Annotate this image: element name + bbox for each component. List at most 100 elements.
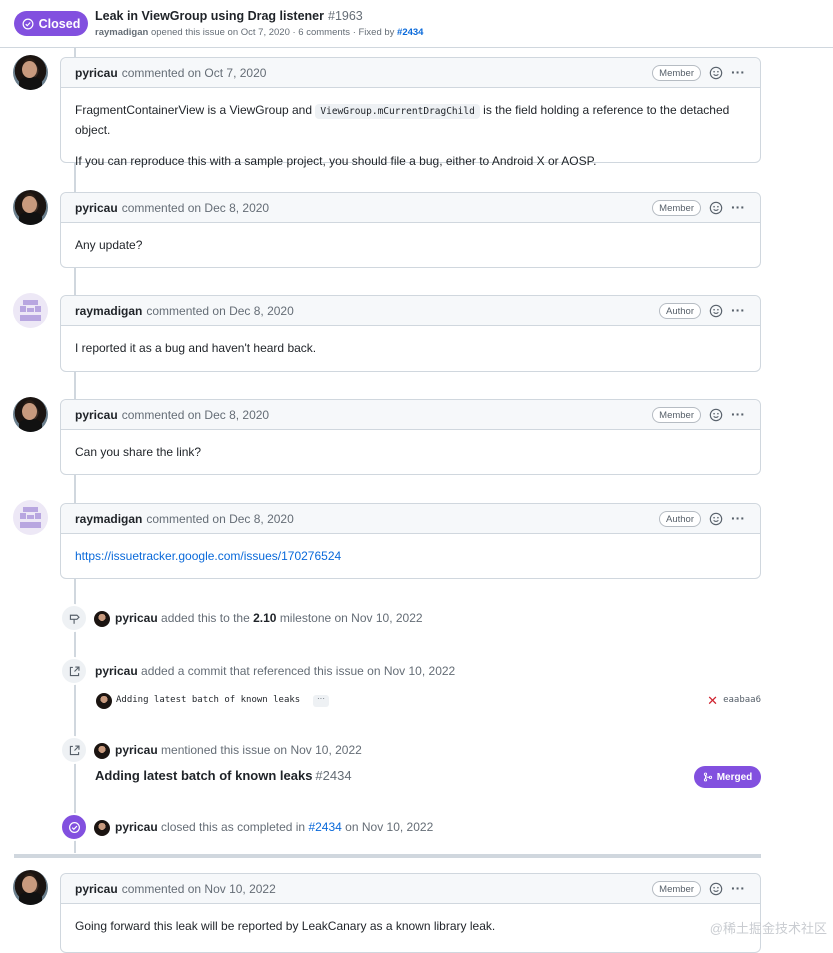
commit-sha[interactable]: eaabaa6 xyxy=(723,695,761,705)
closed-event: pyricau closed this as completed in #243… xyxy=(60,813,765,843)
cross-reference-icon xyxy=(69,744,80,755)
issue-state-badge: Closed xyxy=(14,11,88,36)
comment: pyricau commented on Dec 8, 2020 Member … xyxy=(60,192,761,268)
avatar[interactable] xyxy=(13,397,48,432)
milestone-event: pyricau added this to the 2.10 milestone… xyxy=(60,604,765,634)
event-actor[interactable]: pyricau xyxy=(115,611,158,625)
mini-avatar[interactable] xyxy=(94,743,110,759)
more-options-icon[interactable]: ··· xyxy=(731,407,745,421)
pr-number: #2434 xyxy=(315,768,352,783)
smiley-icon[interactable] xyxy=(709,408,723,422)
comment-text: Can you share the link? xyxy=(75,445,202,459)
pr-title-link[interactable]: Adding latest batch of known leaks #2434 xyxy=(95,768,352,783)
identicon-icon xyxy=(20,300,41,321)
event-description: mentioned this issue on Nov 10, 2022 xyxy=(161,743,362,757)
more-options-icon[interactable]: ··· xyxy=(731,65,745,79)
event-actor[interactable]: pyricau xyxy=(115,743,158,757)
commit-expand-button[interactable]: ··· xyxy=(313,695,329,707)
closing-pr-link[interactable]: #2434 xyxy=(308,820,341,834)
comment-author[interactable]: pyricau xyxy=(75,201,118,215)
avatar[interactable] xyxy=(13,500,48,535)
smiley-icon[interactable] xyxy=(709,512,723,526)
event-description: added this to the xyxy=(161,611,250,625)
fixed-by-link[interactable]: #2434 xyxy=(397,27,423,38)
event-text: pyricau added this to the 2.10 milestone… xyxy=(115,611,423,625)
role-badge: Author xyxy=(659,511,701,527)
comment-text: I reported it as a bug and haven't heard… xyxy=(75,341,317,355)
comment-timestamp[interactable]: commented on Nov 10, 2022 xyxy=(122,882,276,896)
issue-opened-text: opened this issue on Oct 7, 2020 · 6 com… xyxy=(150,27,395,38)
event-text: pyricau added a commit that referenced t… xyxy=(95,664,455,678)
comment-header: pyricau commented on Oct 7, 2020 Member … xyxy=(61,58,760,88)
comment-body: FragmentContainerView is a ViewGroup and… xyxy=(61,88,760,170)
comment-body: Any update? xyxy=(61,223,760,254)
event-description: on Nov 10, 2022 xyxy=(345,820,434,834)
comment-timestamp[interactable]: commented on Oct 7, 2020 xyxy=(122,66,267,80)
issue-state-label: Closed xyxy=(38,16,81,31)
role-badge: Member xyxy=(652,881,701,897)
mini-avatar[interactable] xyxy=(94,820,110,836)
status-failed-icon[interactable]: ✕ xyxy=(707,693,718,709)
comment-author[interactable]: raymadigan xyxy=(75,304,142,318)
avatar[interactable] xyxy=(13,293,48,328)
comment-text: Going forward this leak will be reported… xyxy=(75,919,496,933)
comment: pyricau commented on Nov 10, 2022 Member… xyxy=(60,873,761,953)
comment-header: pyricau commented on Dec 8, 2020 Member … xyxy=(61,400,760,430)
merge-icon xyxy=(703,772,712,782)
more-options-icon[interactable]: ··· xyxy=(731,511,745,525)
more-options-icon[interactable]: ··· xyxy=(731,881,745,895)
merged-label: Merged xyxy=(716,771,753,783)
timeline-divider xyxy=(14,854,761,858)
comment-text: If you can reproduce this with a sample … xyxy=(75,154,597,168)
smiley-icon[interactable] xyxy=(709,201,723,215)
more-options-icon[interactable]: ··· xyxy=(731,303,745,317)
comment-author[interactable]: pyricau xyxy=(75,882,118,896)
comment-author[interactable]: pyricau xyxy=(75,408,118,422)
event-actor[interactable]: pyricau xyxy=(115,820,158,834)
merged-badge: Merged xyxy=(694,766,761,788)
comment-timestamp[interactable]: commented on Dec 8, 2020 xyxy=(122,408,269,422)
comment: raymadigan commented on Dec 8, 2020 Auth… xyxy=(60,503,761,579)
role-badge: Author xyxy=(659,303,701,319)
commit-ref-event: pyricau added a commit that referenced t… xyxy=(60,657,765,687)
avatar[interactable] xyxy=(13,870,48,905)
comment-header: raymadigan commented on Dec 8, 2020 Auth… xyxy=(61,296,760,326)
more-options-icon[interactable]: ··· xyxy=(731,200,745,214)
avatar[interactable] xyxy=(13,55,48,90)
comment-author[interactable]: raymadigan xyxy=(75,512,142,526)
event-description: added a commit that referenced this issu… xyxy=(141,664,456,678)
comment-header: pyricau commented on Dec 8, 2020 Member … xyxy=(61,193,760,223)
event-actor[interactable]: pyricau xyxy=(95,664,138,678)
issue-author-link[interactable]: raymadigan xyxy=(95,27,148,38)
closed-icon-wrapper xyxy=(60,813,88,841)
event-description: closed this as completed in xyxy=(161,820,306,834)
comment-body: https://issuetracker.google.com/issues/1… xyxy=(61,534,760,565)
smiley-icon[interactable] xyxy=(709,304,723,318)
mini-avatar[interactable] xyxy=(96,693,112,709)
issue-title: Leak in ViewGroup using Drag listener #19… xyxy=(95,9,363,23)
comment-text: FragmentContainerView is a ViewGroup and xyxy=(75,103,313,117)
cross-reference-icon-wrapper xyxy=(60,657,88,685)
pr-title-text[interactable]: Adding latest batch of known leaks xyxy=(95,768,312,783)
avatar[interactable] xyxy=(13,190,48,225)
milestone-icon-wrapper xyxy=(60,604,88,632)
smiley-icon[interactable] xyxy=(709,66,723,80)
comment-timestamp[interactable]: commented on Dec 8, 2020 xyxy=(146,512,293,526)
comment-author[interactable]: pyricau xyxy=(75,66,118,80)
comment-timestamp[interactable]: commented on Dec 8, 2020 xyxy=(146,304,293,318)
inline-code: ViewGroup.mCurrentDragChild xyxy=(315,104,480,119)
check-circle-icon xyxy=(68,821,80,833)
comment-header: pyricau commented on Nov 10, 2022 Member… xyxy=(61,874,760,904)
event-text: pyricau closed this as completed in #243… xyxy=(115,820,433,834)
issue-tracker-link[interactable]: https://issuetracker.google.com/issues/1… xyxy=(75,549,341,563)
comment-body: Can you share the link? xyxy=(61,430,760,461)
issue-title-text: Leak in ViewGroup using Drag listener xyxy=(95,9,324,23)
role-badge: Member xyxy=(652,407,701,423)
watermark: @稀土掘金技术社区 xyxy=(709,921,827,936)
smiley-icon[interactable] xyxy=(709,882,723,896)
milestone-name[interactable]: 2.10 xyxy=(253,611,276,625)
comment-body: Going forward this leak will be reported… xyxy=(61,904,760,935)
mini-avatar[interactable] xyxy=(94,611,110,627)
comment-timestamp[interactable]: commented on Dec 8, 2020 xyxy=(122,201,269,215)
commit-message[interactable]: Adding latest batch of known leaks xyxy=(116,695,300,705)
